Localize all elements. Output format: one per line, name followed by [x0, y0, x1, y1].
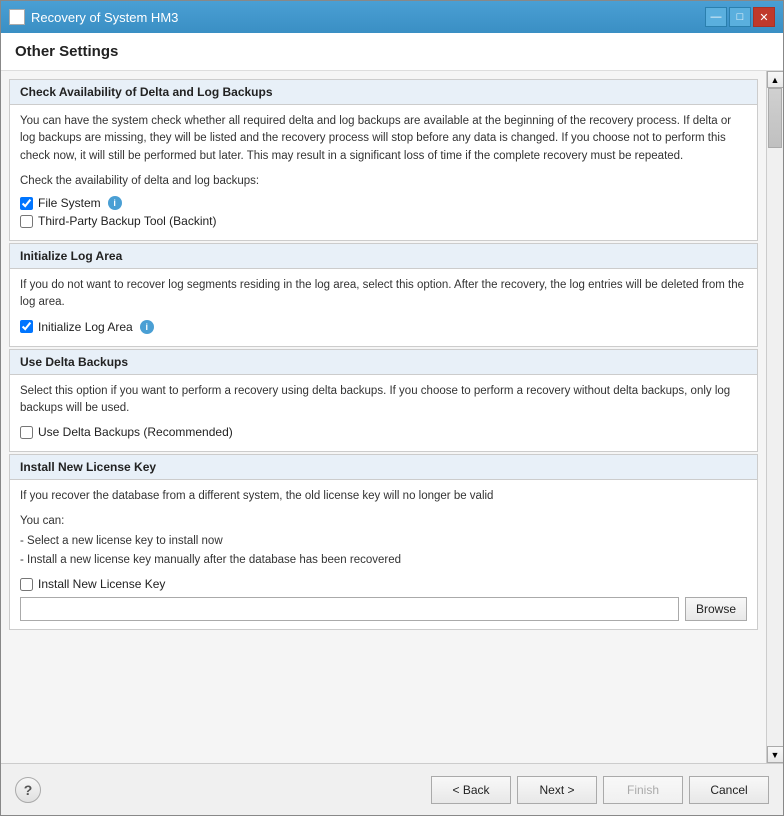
section-delta-log-sublabel: Check the availability of delta and log … — [20, 173, 747, 190]
main-window: ⊞ Recovery of System HM3 — □ ✕ Other Set… — [0, 0, 784, 816]
scrollbar: ▲ ▼ — [766, 71, 783, 763]
close-button[interactable]: ✕ — [753, 7, 775, 27]
file-system-checkbox[interactable] — [20, 197, 33, 210]
init-log-area-row: Initialize Log Area i — [20, 320, 747, 334]
finish-button[interactable]: Finish — [603, 776, 683, 804]
scroll-thumb-area — [767, 88, 783, 746]
section-delta-backups-header: Use Delta Backups — [10, 350, 757, 375]
third-party-row: Third-Party Backup Tool (Backint) — [20, 214, 747, 228]
section-license-key-desc3: - Select a new license key to install no… — [20, 533, 747, 550]
title-bar-buttons: — □ ✕ — [705, 7, 775, 27]
install-license-row: Install New License Key — [20, 577, 747, 591]
section-log-area-body: If you do not want to recover log segmen… — [10, 269, 757, 346]
minimize-button[interactable]: — — [705, 7, 727, 27]
section-delta-backups-body: Select this option if you want to perfor… — [10, 375, 757, 452]
footer-buttons: < Back Next > Finish Cancel — [431, 776, 769, 804]
file-system-info-icon[interactable]: i — [108, 196, 122, 210]
install-license-checkbox[interactable] — [20, 578, 33, 591]
init-log-area-checkbox[interactable] — [20, 320, 33, 333]
next-button[interactable]: Next > — [517, 776, 597, 804]
footer-left: ? — [15, 777, 41, 803]
section-license-key-header: Install New License Key — [10, 455, 757, 480]
window-title: Recovery of System HM3 — [31, 10, 178, 25]
section-delta-log-desc: You can have the system check whether al… — [20, 113, 747, 165]
back-button[interactable]: < Back — [431, 776, 511, 804]
third-party-label: Third-Party Backup Tool (Backint) — [38, 214, 217, 228]
init-log-area-info-icon[interactable]: i — [140, 320, 154, 334]
title-bar-left: ⊞ Recovery of System HM3 — [9, 9, 178, 25]
section-license-key: Install New License Key If you recover t… — [9, 454, 758, 630]
section-delta-backups: Use Delta Backups Select this option if … — [9, 349, 758, 453]
page-header: Other Settings — [1, 33, 783, 71]
section-license-key-body: If you recover the database from a diffe… — [10, 480, 757, 629]
file-system-row: File System i — [20, 196, 747, 210]
init-log-area-label: Initialize Log Area — [38, 320, 133, 334]
section-delta-log-body: You can have the system check whether al… — [10, 105, 757, 240]
window-icon: ⊞ — [9, 9, 25, 25]
use-delta-label: Use Delta Backups (Recommended) — [38, 425, 233, 439]
scroll-content[interactable]: Check Availability of Delta and Log Back… — [1, 71, 766, 763]
title-bar: ⊞ Recovery of System HM3 — □ ✕ — [1, 1, 783, 33]
footer: ? < Back Next > Finish Cancel — [1, 763, 783, 815]
third-party-checkbox[interactable] — [20, 215, 33, 228]
install-license-label: Install New License Key — [38, 577, 165, 591]
use-delta-row: Use Delta Backups (Recommended) — [20, 425, 747, 439]
section-license-key-desc1: If you recover the database from a diffe… — [20, 488, 747, 505]
scroll-up-arrow[interactable]: ▲ — [767, 71, 784, 88]
section-license-key-desc2: You can: — [20, 513, 747, 530]
section-delta-backups-desc: Select this option if you want to perfor… — [20, 383, 747, 418]
scroll-thumb[interactable] — [768, 88, 782, 148]
section-delta-log: Check Availability of Delta and Log Back… — [9, 79, 758, 241]
file-system-label: File System — [38, 196, 101, 210]
help-button[interactable]: ? — [15, 777, 41, 803]
page-title: Other Settings — [15, 43, 769, 60]
content-area: Check Availability of Delta and Log Back… — [1, 71, 783, 763]
section-log-area: Initialize Log Area If you do not want t… — [9, 243, 758, 347]
section-log-area-desc: If you do not want to recover log segmen… — [20, 277, 747, 312]
cancel-button[interactable]: Cancel — [689, 776, 769, 804]
maximize-button[interactable]: □ — [729, 7, 751, 27]
section-log-area-header: Initialize Log Area — [10, 244, 757, 269]
use-delta-checkbox[interactable] — [20, 426, 33, 439]
browse-button[interactable]: Browse — [685, 597, 747, 621]
section-delta-log-header: Check Availability of Delta and Log Back… — [10, 80, 757, 105]
license-input-row: Browse — [20, 597, 747, 621]
license-key-input[interactable] — [20, 597, 679, 621]
section-license-key-desc4: - Install a new license key manually aft… — [20, 552, 747, 569]
scroll-down-arrow[interactable]: ▼ — [767, 746, 784, 763]
